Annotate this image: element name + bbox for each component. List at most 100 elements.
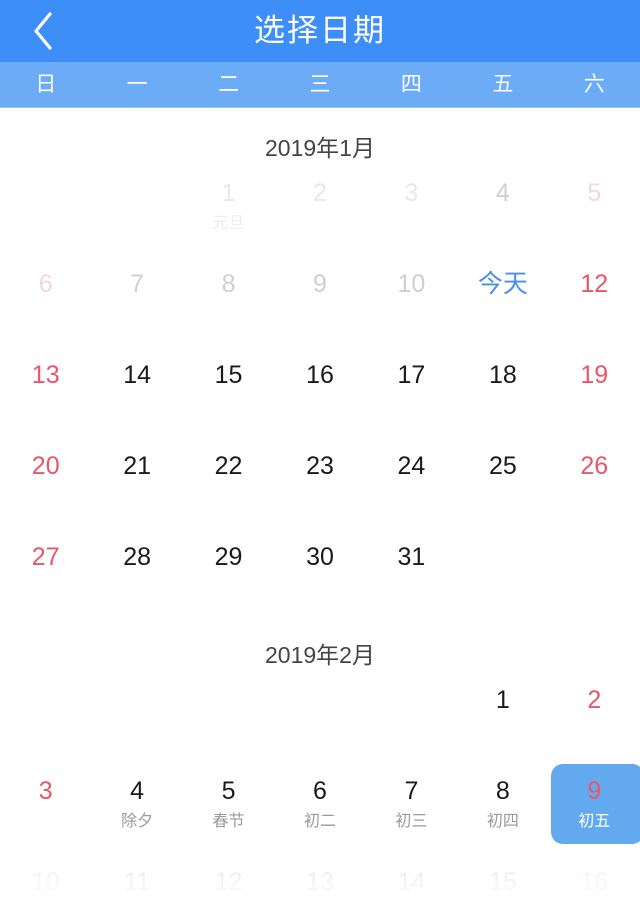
day-cell[interactable]: 28 xyxy=(91,524,182,615)
day-number: 6 xyxy=(313,777,327,805)
month-grid: 1 元旦 2 3 4 5 6 7 8 9 10 今天 12 13 14 15 16 17 18 19 20 21 22 23 2… xyxy=(0,160,640,615)
day-cell[interactable]: 17 xyxy=(366,342,457,433)
day-cell[interactable]: 13 xyxy=(0,342,91,433)
day-cell[interactable]: 11 xyxy=(91,849,182,908)
day-number: 17 xyxy=(397,361,426,389)
month-title: 2019年2月 xyxy=(265,642,375,668)
weekday-label-0: 日 xyxy=(35,73,57,96)
day-number: 14 xyxy=(397,868,426,896)
day-number: 18 xyxy=(488,361,517,389)
day-cell[interactable]: 12 xyxy=(549,251,640,342)
day-number: 10 xyxy=(31,868,60,896)
day-number: 11 xyxy=(124,868,151,896)
day-cell[interactable]: 27 xyxy=(0,524,91,615)
weekday-label-2: 二 xyxy=(218,73,240,96)
day-number: 16 xyxy=(580,868,609,896)
day-cell[interactable]: 14 xyxy=(366,849,457,908)
day-cell[interactable]: 12 xyxy=(183,849,274,908)
day-cell[interactable]: 3 xyxy=(0,758,91,849)
day-lunar-label: 初五 xyxy=(578,813,611,830)
weekday-label-6: 六 xyxy=(583,73,605,96)
day-cell[interactable]: 今天 xyxy=(457,251,548,342)
day-cell[interactable]: 8 初四 xyxy=(457,758,548,849)
day-cell[interactable]: 24 xyxy=(366,433,457,524)
day-lunar-label: 初三 xyxy=(395,813,428,830)
calendar-scroll-body[interactable]: 2019年1月 1 元旦 2 3 4 5 6 7 8 9 10 今天 12 13 14 15 16 17 18 19 20… xyxy=(0,108,640,908)
day-cell: 3 xyxy=(366,160,457,251)
day-cell: 10 xyxy=(366,251,457,342)
date-picker-screen: 选择日期 日一二三四五六 2019年1月 1 元旦 2 3 4 5 6 7 8 9 10 今天 12 13 1… xyxy=(0,0,640,908)
back-button[interactable] xyxy=(0,0,86,62)
day-number: 8 xyxy=(221,270,236,298)
day-lunar-label: 初四 xyxy=(486,813,519,830)
day-cell[interactable]: 13 xyxy=(274,849,365,908)
day-cell[interactable]: 16 xyxy=(549,849,640,908)
day-number: 3 xyxy=(404,179,419,207)
day-cell[interactable]: 31 xyxy=(366,524,457,615)
day-number: 5 xyxy=(221,777,236,805)
day-cell[interactable]: 5 春节 xyxy=(183,758,274,849)
day-cell[interactable]: 10 xyxy=(0,849,91,908)
day-number: 1 xyxy=(495,686,510,714)
day-cell-selected[interactable]: 9 初五 xyxy=(549,758,640,849)
day-cell: 9 xyxy=(274,251,365,342)
day-number: 25 xyxy=(488,452,517,480)
day-number: 今天 xyxy=(477,270,528,298)
weekday-label-4: 四 xyxy=(400,73,422,96)
day-cell[interactable]: 30 xyxy=(274,524,365,615)
day-cell[interactable]: 21 xyxy=(91,433,182,524)
day-cell[interactable]: 16 xyxy=(274,342,365,433)
weekday-label-1: 一 xyxy=(126,73,148,96)
weekday-label-3: 三 xyxy=(309,73,331,96)
day-cell[interactable]: 6 初二 xyxy=(274,758,365,849)
day-number: 31 xyxy=(397,543,426,571)
day-number: 6 xyxy=(38,270,53,298)
title-bar: 选择日期 xyxy=(0,0,640,62)
day-cell[interactable]: 1 xyxy=(457,667,548,758)
day-lunar-label: 初二 xyxy=(303,813,336,830)
day-cell[interactable]: 20 xyxy=(0,433,91,524)
day-number: 4 xyxy=(495,179,510,207)
day-cell[interactable]: 18 xyxy=(457,342,548,433)
day-number: 20 xyxy=(31,452,60,480)
day-cell[interactable]: 26 xyxy=(549,433,640,524)
weekday-label-5: 五 xyxy=(492,73,514,96)
day-cell[interactable]: 7 初三 xyxy=(366,758,457,849)
day-cell[interactable]: 15 xyxy=(457,849,548,908)
day-number: 21 xyxy=(123,452,152,480)
day-cell[interactable]: 19 xyxy=(549,342,640,433)
day-number: 26 xyxy=(580,452,609,480)
day-cell[interactable]: 14 xyxy=(91,342,182,433)
day-number: 9 xyxy=(587,777,602,805)
day-number: 8 xyxy=(495,777,510,805)
day-number: 7 xyxy=(130,270,145,298)
day-lunar-label: 除夕 xyxy=(121,813,154,830)
day-cell[interactable]: 15 xyxy=(183,342,274,433)
day-cell[interactable]: 23 xyxy=(274,433,365,524)
day-number: 4 xyxy=(130,777,145,805)
day-cell: 7 xyxy=(91,251,182,342)
day-cell[interactable]: 22 xyxy=(183,433,274,524)
day-number: 24 xyxy=(397,452,426,480)
day-cell[interactable]: 2 xyxy=(549,667,640,758)
day-number: 23 xyxy=(306,452,334,480)
day-number: 19 xyxy=(580,361,609,389)
day-lunar-label: 春节 xyxy=(212,813,245,830)
day-cell: 4 xyxy=(457,160,548,251)
day-number: 27 xyxy=(31,543,60,571)
day-number: 29 xyxy=(214,543,243,571)
day-number: 13 xyxy=(31,361,60,389)
day-cell[interactable]: 25 xyxy=(457,433,548,524)
day-number: 30 xyxy=(306,543,334,571)
day-cell[interactable]: 29 xyxy=(183,524,274,615)
day-cell[interactable]: 4 除夕 xyxy=(91,758,182,849)
month-grid: 1 2 3 4 除夕 5 春节 6 初二 7 初三 8 初四 9 初五 10 11 12 13 14 15 16 xyxy=(0,667,640,908)
day-number: 7 xyxy=(404,777,419,805)
day-number: 10 xyxy=(397,270,426,298)
day-number: 12 xyxy=(214,868,243,896)
day-cell: 2 xyxy=(274,160,365,251)
day-number: 3 xyxy=(38,777,53,805)
day-number: 2 xyxy=(587,686,602,714)
day-number: 1 xyxy=(221,179,236,207)
day-number: 9 xyxy=(313,270,327,298)
